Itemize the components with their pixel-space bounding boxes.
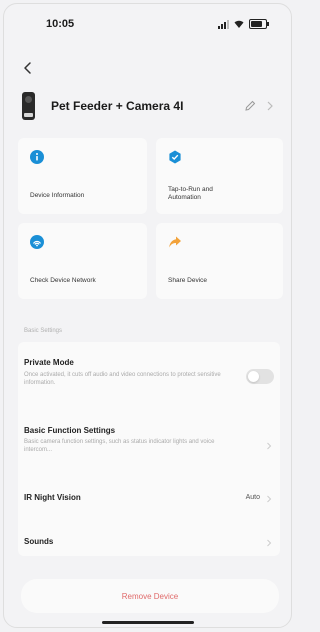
status-time: 10:05 <box>46 18 75 30</box>
device-information-tile[interactable]: Device Information <box>18 138 147 214</box>
share-arrow-icon <box>169 236 181 248</box>
signal-icon <box>218 19 229 29</box>
network-icon <box>30 235 44 249</box>
status-icons <box>218 19 269 29</box>
automation-tile[interactable]: Tap-to-Run and Automation <box>156 138 283 214</box>
edit-pencil-icon[interactable] <box>243 99 257 113</box>
row-title: Private Mode <box>24 358 74 367</box>
automation-icon <box>169 150 181 164</box>
row-title: Sounds <box>24 537 54 546</box>
tile-label: Tap-to-Run and Automation <box>168 186 213 201</box>
private-mode-row: Private Mode Once activated, it cuts off… <box>18 342 280 398</box>
tile-label: Device Information <box>30 192 85 199</box>
basic-function-row[interactable]: Basic Function Settings Basic camera fun… <box>18 412 280 468</box>
device-header: Pet Feeder + Camera 4I <box>22 88 275 124</box>
tile-label: Share Device <box>168 277 208 284</box>
phone-screen: 10:05 Pet Feeder + Camera 4I Device Info… <box>3 3 292 628</box>
ir-night-vision-row[interactable]: IR Night Vision Auto <box>18 484 280 512</box>
device-name: Pet Feeder + Camera 4I <box>51 99 184 113</box>
chevron-right-icon <box>267 539 272 547</box>
ir-night-vision-value: Auto <box>245 494 260 501</box>
chevron-right-icon <box>267 442 272 450</box>
remove-device-button[interactable]: Remove Device <box>21 579 279 613</box>
share-device-tile[interactable]: Share Device <box>156 223 283 299</box>
back-icon[interactable] <box>20 60 36 76</box>
wifi-icon <box>234 20 244 28</box>
section-label: Basic Settings <box>24 328 63 334</box>
private-mode-toggle[interactable] <box>246 369 274 384</box>
row-description: Once activated, it cuts off audio and vi… <box>24 372 221 386</box>
chevron-right-icon <box>267 495 272 503</box>
row-description: Basic camera function settings, such as … <box>24 439 215 453</box>
row-title: Basic Function Settings <box>24 426 116 435</box>
status-bar: 10:05 <box>4 4 291 38</box>
sounds-row[interactable]: Sounds <box>18 528 280 556</box>
tile-label: Check Device Network <box>30 277 96 284</box>
home-indicator <box>102 621 194 624</box>
check-network-tile[interactable]: Check Device Network <box>18 223 147 299</box>
row-title: IR Night Vision <box>24 493 81 502</box>
settings-card: Private Mode Once activated, it cuts off… <box>18 342 280 556</box>
info-icon <box>30 150 44 164</box>
battery-icon <box>249 19 269 29</box>
toggle-knob <box>248 371 259 382</box>
chevron-right-icon[interactable] <box>265 100 275 112</box>
device-thumbnail <box>22 92 35 120</box>
